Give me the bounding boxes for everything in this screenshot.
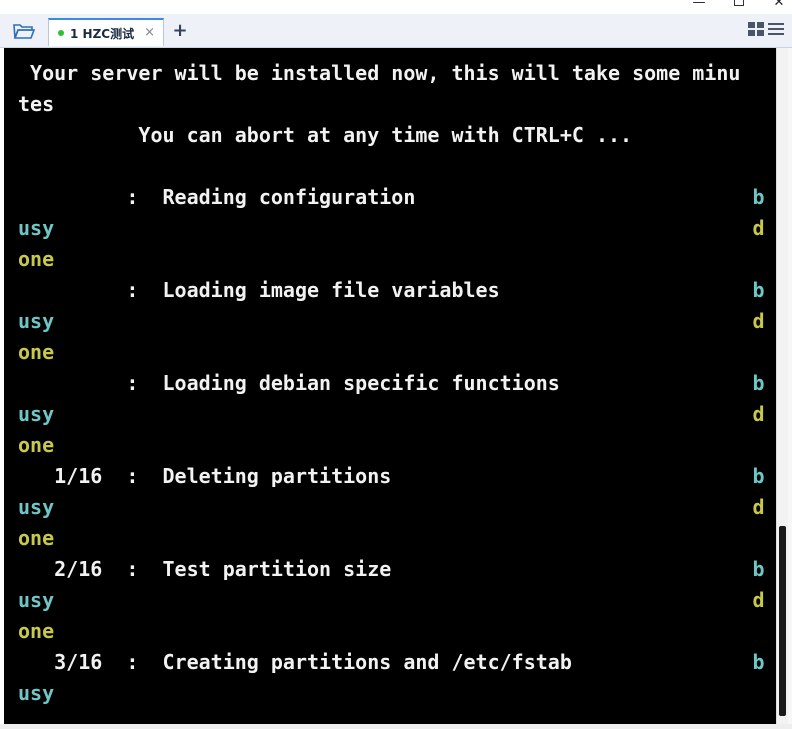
terminal-line: usy d <box>18 585 765 616</box>
terminal-line: one <box>18 337 765 368</box>
terminal-padding <box>54 216 752 240</box>
terminal-line-text: usy <box>18 681 55 705</box>
terminal-status-fragment: d <box>752 495 765 519</box>
terminal-padding <box>500 278 753 302</box>
terminal-status-fragment: d <box>752 402 765 426</box>
terminal-line-text: one <box>18 433 55 457</box>
terminal-line-text: one <box>18 619 55 643</box>
terminal-line: usy <box>18 678 765 709</box>
terminal-padding <box>391 557 752 581</box>
terminal-line: one <box>18 523 765 554</box>
terminal-line: usy d <box>18 399 765 430</box>
terminal-lines: Your server will be installed now, this … <box>18 58 765 709</box>
terminal-line-text: one <box>18 340 55 364</box>
window-edge <box>788 48 792 724</box>
terminal-status-fragment: d <box>752 588 765 612</box>
terminal-line: usy d <box>18 213 765 244</box>
tab-session-1[interactable]: 1 HZC测试 × <box>48 18 164 46</box>
terminal-status-fragment: b <box>752 278 765 302</box>
terminal-padding <box>560 371 753 395</box>
terminal-line: usy d <box>18 492 765 523</box>
terminal-line-text: one <box>18 247 55 271</box>
terminal-status-fragment: b <box>752 185 765 209</box>
terminal-line-text: one <box>18 526 55 550</box>
terminal-line-text: : Loading image file variables <box>18 278 500 302</box>
terminal-status-fragment: b <box>752 557 765 581</box>
view-buttons <box>748 22 784 36</box>
terminal-line: : Loading image file variables b <box>18 275 765 306</box>
terminal-output[interactable]: Your server will be installed now, this … <box>4 48 776 724</box>
terminal-line-text: You can abort at any time with CTRL+C ..… <box>18 123 633 147</box>
close-tab-icon[interactable]: × <box>144 25 155 40</box>
window-title-strip: — ✕ <box>0 0 792 14</box>
terminal-line: Your server will be installed now, this … <box>18 58 765 89</box>
window-controls: — ✕ <box>692 0 786 10</box>
terminal-status-fragment: b <box>752 371 765 395</box>
terminal-status-fragment: b <box>752 650 765 674</box>
scrollbar-thumb[interactable] <box>779 526 786 716</box>
terminal-line: 3/16 : Creating partitions and /etc/fsta… <box>18 647 765 678</box>
terminal-line: 1/16 : Deleting partitions b <box>18 461 765 492</box>
terminal-padding <box>54 495 752 519</box>
connection-status-dot <box>58 30 64 36</box>
terminal-line-text: tes <box>18 92 55 116</box>
tab-bar: 1 HZC测试 × + <box>0 14 792 48</box>
terminal-status-fragment: d <box>752 309 765 333</box>
terminal-padding <box>54 402 752 426</box>
terminal-line-text: 2/16 : Test partition size <box>18 557 392 581</box>
terminal-line-text: : Reading configuration <box>18 185 416 209</box>
terminal-line-text: usy <box>18 402 55 426</box>
terminal-padding <box>54 309 752 333</box>
terminal-line-text: 3/16 : Creating partitions and /etc/fsta… <box>18 650 572 674</box>
terminal-line-text: 1/16 : Deleting partitions <box>18 464 392 488</box>
terminal-line-text: usy <box>18 495 55 519</box>
terminal-line: You can abort at any time with CTRL+C ..… <box>18 120 765 151</box>
add-tab-button[interactable]: + <box>171 20 189 42</box>
folder-open-icon <box>13 24 35 39</box>
terminal-status-fragment: d <box>752 216 765 240</box>
terminal-line: tes <box>18 89 765 120</box>
terminal-line: 2/16 : Test partition size b <box>18 554 765 585</box>
terminal-line-text: usy <box>18 309 55 333</box>
status-bar <box>0 724 792 729</box>
terminal-padding <box>572 650 753 674</box>
maximize-icon[interactable] <box>732 0 746 10</box>
terminal-line-text: : Loading debian specific functions <box>18 371 560 395</box>
terminal-padding <box>54 588 752 612</box>
terminal-line-text: usy <box>18 216 55 240</box>
close-icon[interactable]: ✕ <box>772 0 786 10</box>
terminal-line-text: usy <box>18 588 55 612</box>
terminal-line: one <box>18 616 765 647</box>
terminal-padding <box>415 185 752 209</box>
terminal-line: : Reading configuration b <box>18 182 765 213</box>
terminal-status-fragment: b <box>752 464 765 488</box>
grid-view-icon[interactable] <box>748 22 764 36</box>
menu-icon[interactable] <box>768 22 784 36</box>
open-session-button[interactable] <box>8 19 40 43</box>
terminal-line: one <box>18 244 765 275</box>
tab-label: 1 HZC测试 <box>70 26 135 41</box>
terminal-line: one <box>18 430 765 461</box>
terminal-padding <box>391 464 752 488</box>
terminal-line: usy d <box>18 306 765 337</box>
terminal-line: : Loading debian specific functions b <box>18 368 765 399</box>
terminal-line-text: Your server will be installed now, this … <box>18 61 741 85</box>
minimize-icon[interactable]: — <box>692 0 706 10</box>
